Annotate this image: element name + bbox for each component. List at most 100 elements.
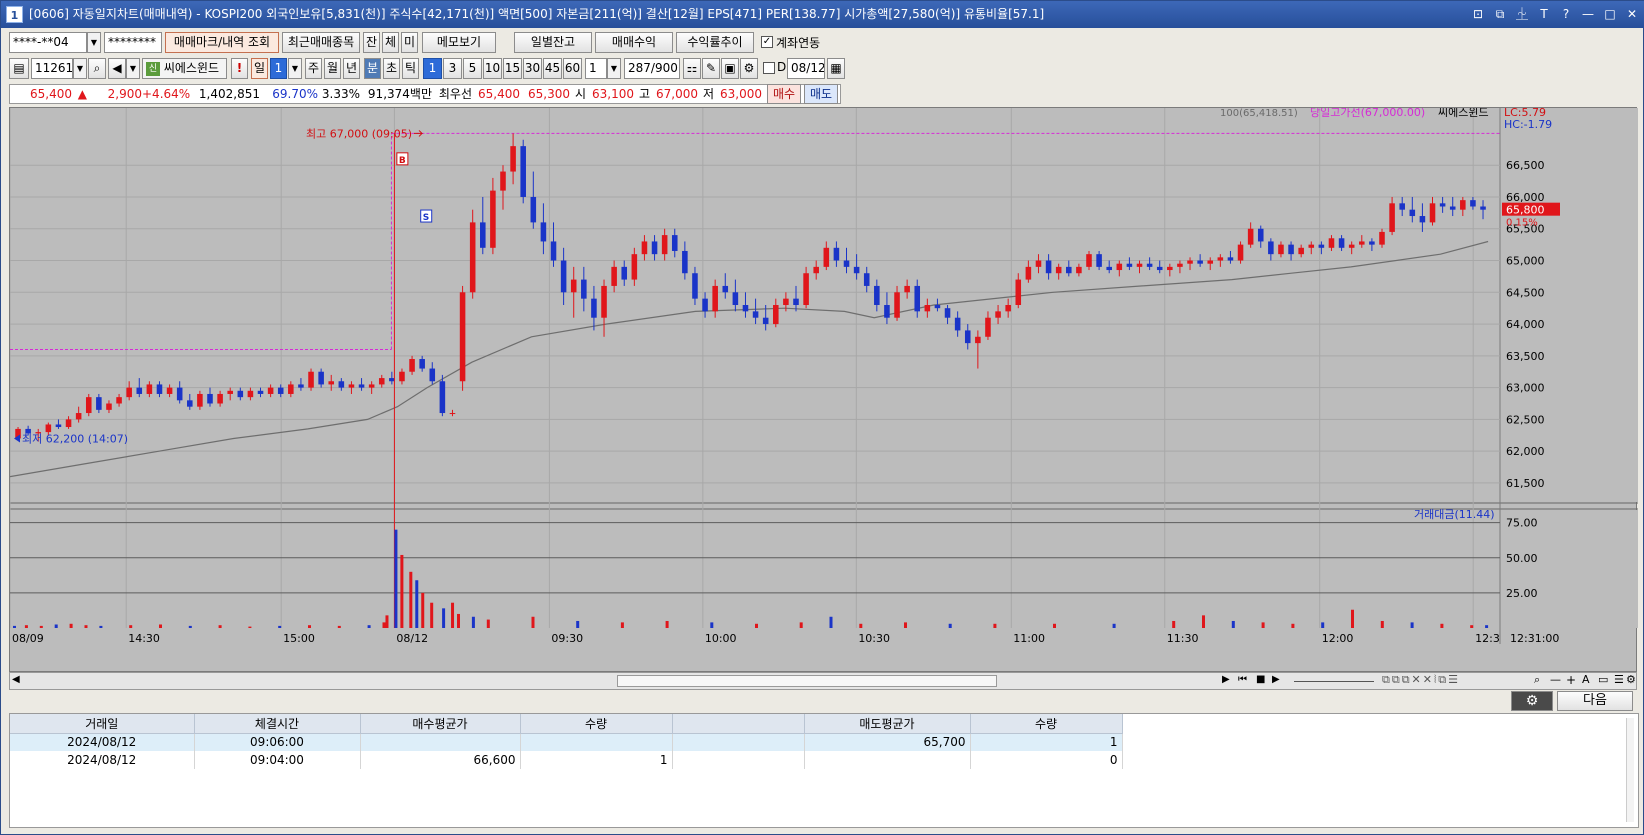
speaker-icon[interactable]: ◀ [108,58,126,79]
chart-type-icon[interactable]: ⚏ [683,58,701,79]
scroll-thumb[interactable] [617,675,997,687]
x-tick-label: 15:00 [283,632,315,645]
unexecuted-button[interactable]: 미 [401,32,418,53]
profit-rate-button[interactable]: 수익률추이 [676,32,754,53]
col-buy-avg[interactable]: 매수평균가 [360,714,521,734]
col-sell-qty[interactable]: 수량 [970,714,1123,734]
date-checkbox[interactable] [763,62,775,74]
chart-panel[interactable]: 08/09 14:30 15:00 08/12 09:30 10:00 10:30 11:00… [9,105,1638,673]
period-day-count[interactable]: 1 [270,58,287,79]
candle-body [823,247,830,267]
stop-icon[interactable]: ■ [1256,674,1265,685]
period-tick-button[interactable]: 틱 [402,58,419,79]
panel-icon[interactable]: ▭ [1598,673,1608,686]
range-input[interactable]: 287/900 [624,58,680,79]
candle-body [1055,266,1062,274]
col-sell-avg[interactable]: 매도평균가 [804,714,971,734]
chart-tool-icons[interactable]: ⧉⧉⧉✕✕⦚⧉☰ [1382,673,1460,687]
interval-30-button[interactable]: 30 [523,58,542,79]
volume-bar [409,571,413,628]
interval-15-button[interactable]: 15 [503,58,522,79]
volume-bar [248,626,252,628]
table-row[interactable]: 2024/08/12 09:06:00 65,700 1 [10,733,1123,751]
zoom-slider[interactable] [1294,681,1374,682]
col-buy-qty[interactable]: 수량 [520,714,673,734]
save-icon[interactable]: ▣ [721,58,739,79]
buy-marker-label: B [399,156,406,166]
trade-mark-query-button[interactable]: 매매마크/내역 조회 [165,32,279,53]
table-scrollbar[interactable] [1626,718,1634,822]
search-icon[interactable]: ⌕ [1534,673,1540,687]
candle-body [1197,260,1203,264]
chart-scrollbar[interactable]: ◀ ▶ ⏮ ■ ▶ ⧉⧉⧉✕✕⦚⧉☰ ⌕ — + A ▭ ☰ ⚙ [9,672,1637,690]
trade-profit-button[interactable]: 매매수익 [595,32,673,53]
period-minute-button[interactable]: 분 [364,58,381,79]
recent-trades-button[interactable]: 최근매매종목 [282,32,360,53]
calendar-icon[interactable]: ▦ [827,58,845,79]
stock-code-dropdown[interactable]: ▼ [73,58,87,79]
period-month-button[interactable]: 월 [324,58,341,79]
table-row[interactable]: 2024/08/12 09:04:00 66,600 1 0 [10,751,1123,769]
candle-body [732,292,739,305]
period-day-button[interactable]: 일 [251,58,268,79]
zoom-in-icon[interactable]: + [1566,673,1576,687]
cell-time: 09:06:00 [194,733,361,751]
scroll-right-icon[interactable]: ▶ [1222,674,1230,685]
interval-45-button[interactable]: 45 [543,58,562,79]
pin-icon[interactable]: ⏈ [1515,1,1529,28]
password-input[interactable]: ******** [104,32,162,53]
restore-icon[interactable]: ⧉ [1493,1,1507,28]
interval-1-button[interactable]: 1 [423,58,442,79]
text-tool-icon[interactable]: A [1582,673,1590,686]
settings-icon[interactable]: ⚙ [1626,673,1636,686]
date-input[interactable]: 08/12 [787,58,825,79]
rewind-icon[interactable]: ⏮ [1238,674,1247,685]
volume-bar [442,608,446,628]
interval-60-button[interactable]: 60 [563,58,582,79]
period-week-button[interactable]: 주 [305,58,322,79]
account-dropdown[interactable]: ▼ [87,32,101,53]
interval-5-button[interactable]: 5 [463,58,482,79]
scroll-left-icon[interactable]: ◀ [12,674,20,685]
gear-icon[interactable]: ⚙ [740,58,758,79]
font-icon[interactable]: T [1537,1,1551,28]
sell-button[interactable]: 매도 [804,84,838,104]
col-exec-time[interactable]: 체결시간 [194,714,361,734]
layout-icon[interactable]: ▤ [9,58,29,79]
count-input[interactable]: 1 [585,58,607,79]
close-icon[interactable]: ✕ [1625,1,1639,28]
period-year-button[interactable]: 년 [343,58,360,79]
high-price: 67,000 [656,87,698,101]
minimize-icon[interactable]: — [1581,1,1595,28]
alert-button[interactable]: ! [231,58,248,79]
account-link-checkbox[interactable]: ✓ [761,36,773,48]
speaker-dropdown[interactable]: ▼ [126,58,140,79]
daily-balance-button[interactable]: 일별잔고 [514,32,592,53]
next-button[interactable]: 다음 [1557,691,1633,711]
maximize-icon[interactable]: □ [1603,1,1617,28]
zoom-out-icon[interactable]: — [1550,673,1561,686]
draw-tool-icon[interactable]: ✎ [702,58,720,79]
interval-10-button[interactable]: 10 [483,58,502,79]
executed-button[interactable]: 체 [382,32,399,53]
count-dropdown[interactable]: ▼ [607,58,621,79]
interval-3-button[interactable]: 3 [443,58,462,79]
help-icon[interactable]: ? [1559,1,1573,28]
volume-bar [129,625,133,628]
memo-button[interactable]: 메모보기 [422,32,496,53]
candle-body [96,397,102,410]
volume-bar [665,620,669,628]
balance-button[interactable]: 잔 [363,32,380,53]
account-input[interactable]: ****-**04 [9,32,87,53]
candlestick-chart[interactable]: 08/09 14:30 15:00 08/12 09:30 10:00 10:30 11:00… [9,105,1638,673]
table-settings-icon[interactable]: ⚙ [1511,691,1553,711]
period-second-button[interactable]: 초 [383,58,400,79]
search-icon[interactable]: ⌕ [88,58,106,79]
stock-code-input[interactable]: 112610 [31,58,73,79]
col-trade-date[interactable]: 거래일 [10,714,195,734]
play-icon[interactable]: ▶ [1272,674,1280,685]
list-icon[interactable]: ☰ [1614,673,1624,686]
dock-icon[interactable]: ⊡ [1471,1,1485,28]
period-day-dropdown[interactable]: ▼ [288,58,302,79]
buy-button[interactable]: 매수 [767,84,801,104]
